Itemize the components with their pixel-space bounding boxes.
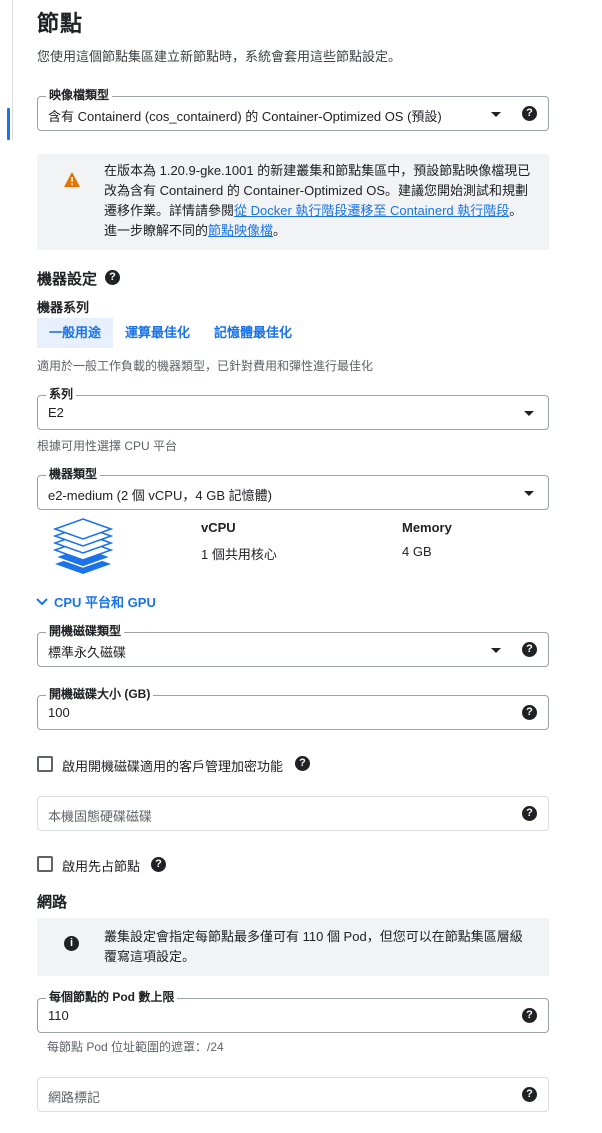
machine-family-label: 機器系列 xyxy=(37,300,90,315)
boot-disk-type-select[interactable]: 開機磁碟類型 標準永久磁碟 ? xyxy=(37,624,549,667)
machine-config-title: 機器設定 xyxy=(37,271,98,288)
image-type-label: 映像檔類型 xyxy=(46,88,113,102)
machine-stack-icon xyxy=(53,518,113,574)
memory-value: 4 GB xyxy=(402,544,432,559)
series-select[interactable]: 系列 E2 xyxy=(37,387,549,430)
info-line-1: 叢集設定會指定每節點最多僅可有 110 個 Pod，但您可以在節點集區層級 xyxy=(104,929,523,944)
machine-type-select[interactable]: 機器類型 e2-medium (2 個 vCPU，4 GB 記憶體) xyxy=(37,467,549,510)
cmek-checkbox-label: 啟用開機磁碟適用的客戶管理加密功能 xyxy=(62,759,284,774)
machine-family-tabs: 一般用途 運算最佳化 記憶體最佳化 xyxy=(37,318,304,348)
help-icon[interactable]: ? xyxy=(522,705,537,720)
warning-line-4: 進一步瞭解不同的節點映像檔。 xyxy=(104,223,287,238)
boot-disk-type-value: 標準永久磁碟 xyxy=(48,645,127,660)
machine-config-help-icon[interactable]: ? xyxy=(105,270,120,285)
preemptible-checkbox-label: 啟用先占節點 xyxy=(62,859,141,874)
chevron-down-icon[interactable] xyxy=(524,411,534,416)
image-type-value: 含有 Containerd (cos_containerd) 的 Contain… xyxy=(48,109,442,124)
cpu-gpu-toggle[interactable]: CPU 平台和 GPU xyxy=(35,592,156,611)
local-ssd-placeholder: 本機固態硬碟磁碟 xyxy=(48,809,153,824)
series-hint: 根據可用性選擇 CPU 平台 xyxy=(37,439,178,453)
memory-header: Memory xyxy=(402,520,452,535)
boot-disk-type-label: 開機磁碟類型 xyxy=(46,624,125,638)
help-icon[interactable]: ? xyxy=(522,806,537,821)
local-ssd-input[interactable]: 本機固態硬碟磁碟 ? xyxy=(37,796,549,831)
max-pods-value: 110 xyxy=(48,1008,69,1023)
info-line-2: 覆寫這項設定。 xyxy=(104,949,196,964)
preemptible-checkbox[interactable] xyxy=(37,856,53,872)
info-icon: i xyxy=(64,936,79,951)
warning-line-2: 改為含有 Containerd 的 Container-Optimized OS… xyxy=(104,183,529,198)
max-pods-input[interactable]: 每個節點的 Pod 數上限 110 ? xyxy=(37,990,549,1033)
page-description: 您使用這個節點集區建立新節點時，系統會套用這些節點設定。 xyxy=(37,49,402,64)
network-tags-input[interactable]: 網路標記 ? xyxy=(37,1077,549,1112)
max-pods-label: 每個節點的 Pod 數上限 xyxy=(46,990,178,1004)
machine-type-label: 機器類型 xyxy=(46,467,101,481)
vcpu-header: vCPU xyxy=(201,520,236,535)
chevron-down-icon xyxy=(36,597,48,605)
boot-disk-size-label: 開機磁碟大小 (GB) xyxy=(46,687,154,701)
boot-disk-size-value: 100 xyxy=(48,705,70,720)
docker-migration-link[interactable]: 從 Docker 執行階段遷移至 Containerd 執行階段 xyxy=(234,203,509,218)
cmek-checkbox[interactable] xyxy=(37,756,53,772)
chevron-down-icon[interactable] xyxy=(491,648,501,653)
tab-description: 適用於一般工作負載的機器類型，已針對費用和彈性進行最佳化 xyxy=(37,359,374,373)
info-banner: i 叢集設定會指定每節點最多僅可有 110 個 Pod，但您可以在節點集區層級 … xyxy=(37,918,549,976)
chevron-down-icon[interactable] xyxy=(524,491,534,496)
help-icon[interactable]: ? xyxy=(522,1008,537,1023)
vcpu-value: 1 個共用核心 xyxy=(201,547,277,562)
warning-line-3: 遷移作業。詳情請參閱從 Docker 執行階段遷移至 Containerd 執行… xyxy=(104,203,523,218)
help-icon[interactable]: ? xyxy=(522,1087,537,1102)
help-icon[interactable]: ? xyxy=(522,106,537,121)
networking-title: 網路 xyxy=(37,894,68,911)
warning-banner: 在版本為 1.20.9-gke.1001 的新建叢集和節點集區中，預設節點映像檔… xyxy=(37,154,549,250)
tab-compute-optimized[interactable]: 運算最佳化 xyxy=(113,318,202,348)
machine-type-value: e2-medium (2 個 vCPU，4 GB 記憶體) xyxy=(48,488,272,503)
page-title: 節點 xyxy=(37,11,84,36)
network-tags-placeholder: 網路標記 xyxy=(48,1090,101,1105)
warning-icon xyxy=(64,172,80,187)
tab-memory-optimized[interactable]: 記憶體最佳化 xyxy=(202,318,304,348)
tab-general-purpose[interactable]: 一般用途 xyxy=(37,318,114,348)
node-images-link[interactable]: 節點映像檔 xyxy=(208,223,273,238)
image-type-select[interactable]: 映像檔類型 含有 Containerd (cos_containerd) 的 C… xyxy=(37,88,549,131)
section-indicator xyxy=(7,108,10,140)
boot-disk-size-input[interactable]: 開機磁碟大小 (GB) 100 ? xyxy=(37,687,549,730)
cmek-help-icon[interactable]: ? xyxy=(295,756,310,771)
preemptible-help-icon[interactable]: ? xyxy=(151,857,166,872)
cpu-gpu-toggle-label: CPU 平台和 GPU xyxy=(54,595,156,610)
help-icon[interactable]: ? xyxy=(522,642,537,657)
chevron-down-icon[interactable] xyxy=(491,112,501,117)
warning-line-1: 在版本為 1.20.9-gke.1001 的新建叢集和節點集區中，預設節點映像檔… xyxy=(104,163,531,178)
series-label: 系列 xyxy=(46,387,77,401)
max-pods-hint: 每節點 Pod 位址範圍的遮罩：/24 xyxy=(47,1040,224,1054)
series-value: E2 xyxy=(48,405,64,420)
